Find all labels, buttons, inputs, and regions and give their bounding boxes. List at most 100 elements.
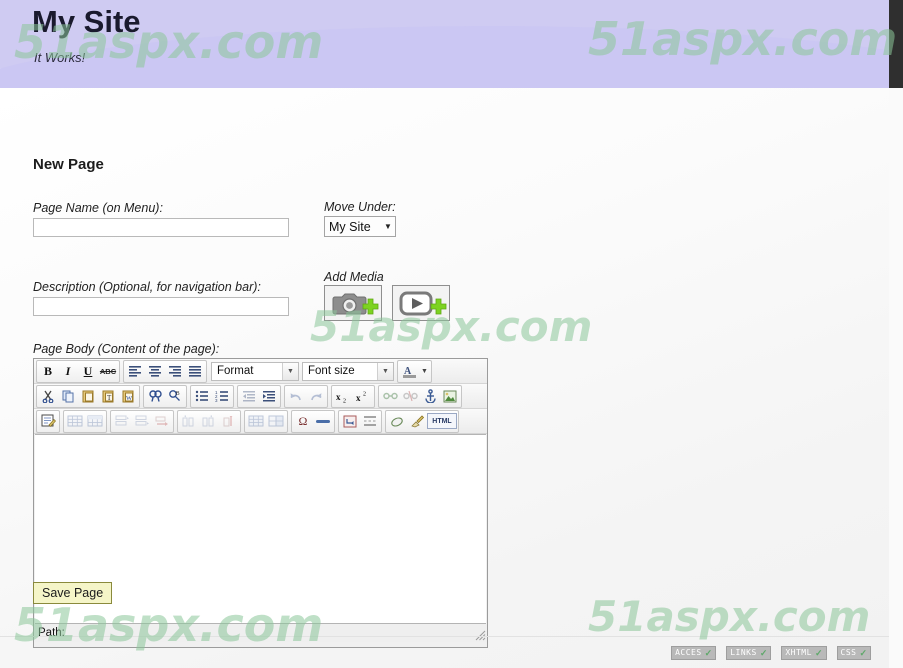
editor-toolbar-row-1: B I U ABC Format ▼ Font size ▼ A ▼ xyxy=(34,359,487,384)
cleanup-icon[interactable] xyxy=(407,412,427,431)
special-char-icon[interactable]: Ω xyxy=(293,412,313,431)
page-title: New Page xyxy=(33,156,104,173)
footer-divider xyxy=(0,636,889,637)
align-left-icon[interactable] xyxy=(125,362,145,381)
toolbar-group-text-style: B I U ABC xyxy=(36,359,120,383)
add-photo-button[interactable] xyxy=(324,285,382,321)
toolbar-group-breaks xyxy=(338,409,382,433)
text-color-icon[interactable]: A xyxy=(399,362,419,381)
svg-text:2: 2 xyxy=(363,391,366,397)
redo-icon[interactable] xyxy=(306,387,326,406)
html-source-icon[interactable]: HTML xyxy=(427,413,457,429)
main-content: New Page Page Name (on Menu): Descriptio… xyxy=(0,88,889,668)
undo-icon[interactable] xyxy=(286,387,306,406)
editor-toolbar-row-2: T W B 1 2 3 x 2 x 2 xyxy=(34,384,487,409)
cut-icon[interactable] xyxy=(38,387,58,406)
edit-source-icon[interactable] xyxy=(38,412,58,431)
nonbreaking-icon[interactable] xyxy=(340,412,360,431)
page-body-label: Page Body (Content of the page): xyxy=(33,342,220,356)
delete-row-icon[interactable] xyxy=(152,412,172,431)
unlink-icon[interactable] xyxy=(400,387,420,406)
subscript-icon[interactable]: x2 xyxy=(333,387,353,406)
check-icon: ✓ xyxy=(814,648,823,658)
toolbar-group-indent xyxy=(237,384,281,408)
find-replace-icon[interactable]: B xyxy=(165,387,185,406)
fontsize-select[interactable]: Font size ▼ xyxy=(302,361,394,381)
paste-as-text-icon[interactable]: T xyxy=(98,387,118,406)
copy-icon[interactable] xyxy=(58,387,78,406)
numbered-list-icon[interactable]: 123 xyxy=(212,387,232,406)
badge-acces[interactable]: ACCES ✓ xyxy=(671,646,717,660)
page-break-icon[interactable] xyxy=(360,412,380,431)
page-name-label: Page Name (on Menu): xyxy=(33,201,163,215)
paste-from-word-icon[interactable]: W xyxy=(118,387,138,406)
chevron-down-icon: ▼ xyxy=(377,362,393,380)
editor-toolbar-row-3: Ω HTML xyxy=(34,409,487,434)
chevron-down-icon[interactable]: ▼ xyxy=(419,362,430,381)
row-after-icon[interactable] xyxy=(132,412,152,431)
badge-xhtml[interactable]: XHTML ✓ xyxy=(781,646,827,660)
anchor-icon[interactable] xyxy=(420,387,440,406)
toolbar-group-rows xyxy=(110,409,174,433)
format-select-value: Format xyxy=(217,365,254,377)
strikethrough-icon[interactable]: ABC xyxy=(98,362,118,381)
badge-css[interactable]: CSS ✓ xyxy=(836,646,871,660)
split-cells-icon[interactable] xyxy=(246,412,266,431)
align-justify-icon[interactable] xyxy=(185,362,205,381)
toolbar-group-table xyxy=(63,409,107,433)
insert-table-icon[interactable] xyxy=(65,412,85,431)
indent-icon[interactable] xyxy=(259,387,279,406)
page-name-input[interactable] xyxy=(33,218,289,237)
delete-col-icon[interactable] xyxy=(219,412,239,431)
merge-cells-icon[interactable] xyxy=(266,412,286,431)
remove-format-icon[interactable] xyxy=(387,412,407,431)
paste-icon[interactable] xyxy=(78,387,98,406)
fontsize-select-value: Font size xyxy=(308,365,355,377)
save-page-button[interactable]: Save Page xyxy=(33,582,113,604)
badge-label: ACCES xyxy=(675,648,702,657)
description-input[interactable] xyxy=(33,297,289,316)
site-title: My Site xyxy=(32,4,141,39)
badge-links[interactable]: LINKS ✓ xyxy=(726,646,772,660)
horizontal-rule-icon[interactable] xyxy=(313,412,333,431)
svg-text:x: x xyxy=(356,393,361,403)
svg-text:3: 3 xyxy=(215,398,218,402)
add-video-button[interactable] xyxy=(392,285,450,321)
italic-icon[interactable]: I xyxy=(58,362,78,381)
video-plus-icon xyxy=(399,291,447,316)
toolbar-group-insert: Ω xyxy=(291,409,335,433)
col-before-icon[interactable] xyxy=(179,412,199,431)
rich-text-editor: B I U ABC Format ▼ Font size ▼ A ▼ T W B… xyxy=(33,358,488,648)
toolbar-group-script: x2 x2 xyxy=(331,384,375,408)
toolbar-group-history xyxy=(284,384,328,408)
align-right-icon[interactable] xyxy=(165,362,185,381)
page-root: My Site It Works! 51aspx.com 51aspx.com … xyxy=(0,0,903,668)
move-under-label: Move Under: xyxy=(324,200,396,214)
table-properties-icon[interactable] xyxy=(85,412,105,431)
format-select[interactable]: Format ▼ xyxy=(211,361,299,381)
bold-icon[interactable]: B xyxy=(38,362,58,381)
align-center-icon[interactable] xyxy=(145,362,165,381)
check-icon: ✓ xyxy=(859,648,867,658)
bullet-list-icon[interactable] xyxy=(192,387,212,406)
link-icon[interactable] xyxy=(380,387,400,406)
toolbar-group-alignment xyxy=(123,359,207,383)
insert-image-icon[interactable] xyxy=(440,387,460,406)
superscript-icon[interactable]: x2 xyxy=(353,387,373,406)
chevron-down-icon: ▼ xyxy=(384,222,392,231)
svg-text:B: B xyxy=(176,391,180,397)
toolbar-group-forecolor: A ▼ xyxy=(397,359,432,383)
col-after-icon[interactable] xyxy=(199,412,219,431)
right-edge-strip xyxy=(889,0,903,88)
badge-label: XHTML xyxy=(785,648,812,657)
camera-plus-icon xyxy=(332,293,379,315)
move-under-select[interactable]: My Site ▼ xyxy=(324,216,396,237)
toolbar-group-link xyxy=(378,384,462,408)
editor-path-label: Path: xyxy=(38,627,65,639)
row-before-icon[interactable] xyxy=(112,412,132,431)
underline-icon[interactable]: U xyxy=(78,362,98,381)
outdent-icon[interactable] xyxy=(239,387,259,406)
toolbar-group-lists: 123 xyxy=(190,384,234,408)
search-icon[interactable] xyxy=(145,387,165,406)
svg-text:W: W xyxy=(126,395,133,402)
